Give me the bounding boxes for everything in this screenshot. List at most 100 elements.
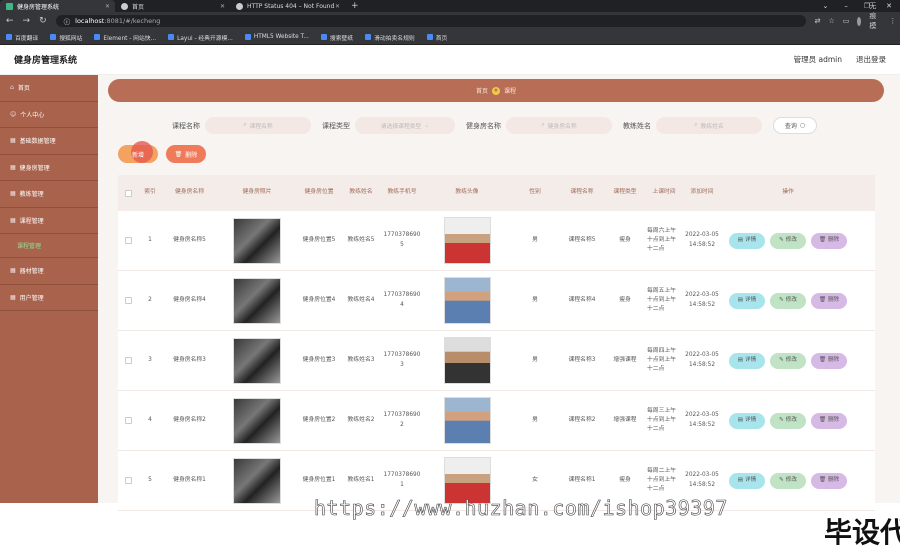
detail-button[interactable]: ▤ 详情	[729, 472, 765, 489]
query-button[interactable]: 查询 ○	[773, 117, 817, 134]
row-checkbox[interactable]	[118, 357, 138, 364]
sidebar-item-equipment[interactable]: ▦ 器材管理	[0, 258, 98, 285]
detail-button[interactable]: ▤ 详情	[729, 352, 765, 369]
cell-course-name: 课程名称1	[568, 476, 596, 483]
row-checkbox[interactable]	[118, 237, 138, 244]
cell-coach-phone: 17703786905	[383, 232, 421, 248]
breadcrumb-home[interactable]: 首页	[476, 86, 488, 95]
coach-avatar-image[interactable]	[443, 397, 491, 444]
cell-gym-photo	[217, 397, 297, 444]
new-tab-icon[interactable]: +	[351, 1, 359, 11]
select-all-checkbox[interactable]	[118, 189, 138, 197]
th-course-name[interactable]: 课程名称	[559, 188, 605, 197]
browser-tabbar: 健身房管理系统 ✕ 首页 ✕ HTTP Status 404 – Not Fou…	[0, 0, 900, 12]
cell-course-type: 增强课程	[613, 356, 637, 363]
menu-icon[interactable]: ⋮	[889, 17, 896, 25]
browser-tab-active[interactable]: 健身房管理系统 ✕	[0, 0, 115, 12]
extensions-icon[interactable]: ▭	[843, 17, 850, 25]
delete-button[interactable]: 🗑 删除	[811, 232, 847, 249]
gym-photo-image[interactable]	[233, 337, 281, 384]
th-gym-photo[interactable]: 健身房照片	[217, 188, 297, 197]
sidebar-item-basic-data[interactable]: ▦ 基础数据管理	[0, 128, 98, 155]
bookmark-item[interactable]: Layui - 经典开源模...	[168, 33, 233, 42]
delete-button[interactable]: 🗑 删除	[811, 352, 847, 369]
back-arrow-icon[interactable]: ←	[6, 16, 14, 26]
gym-name-input[interactable]: ⌕ 健身房名称	[506, 117, 612, 134]
cell-index: 5	[148, 476, 152, 483]
forward-arrow-icon[interactable]: →	[23, 16, 31, 26]
th-coach-phone[interactable]: 教练手机号	[381, 188, 423, 197]
cell-gender: 男	[532, 296, 538, 303]
row-checkbox[interactable]	[118, 297, 138, 304]
course-name-input[interactable]: ⌕ 课程名称	[205, 117, 311, 134]
gym-photo-image[interactable]	[233, 457, 281, 504]
th-gym-location[interactable]: 健身房位置	[297, 188, 341, 197]
watermark-slogan: 毕设代做	[824, 516, 900, 549]
bookmark-item[interactable]: 滑动拍卖名规则	[365, 33, 415, 42]
th-added-time[interactable]: 添加时间	[683, 188, 721, 197]
delete-button[interactable]: 🗑 删除	[811, 292, 847, 309]
delete-button[interactable]: 🗑 删除	[811, 472, 847, 489]
batch-delete-button[interactable]: 🗑 删除	[166, 145, 206, 163]
sidebar-item-gym[interactable]: ▦ 健身房管理	[0, 155, 98, 181]
row-checkbox[interactable]	[118, 477, 138, 484]
edit-button[interactable]: ✎ 修改	[770, 472, 806, 489]
cell-operations: ▤ 详情 ✎ 修改 🗑 删除	[721, 472, 855, 489]
th-class-time[interactable]: 上课时间	[645, 188, 683, 197]
close-icon[interactable]: ✕	[335, 3, 340, 10]
coach-avatar-image[interactable]	[443, 277, 491, 324]
th-gym-name[interactable]: 健身房名称	[162, 188, 217, 197]
close-icon[interactable]: ✕	[105, 3, 110, 10]
star-icon[interactable]: ☆	[829, 17, 835, 25]
cell-added-time: 2022-03-05 14:58:52	[685, 472, 719, 488]
watermark-url: https://www.huzhan.com/ishop39397	[314, 496, 728, 521]
gym-photo-image[interactable]	[233, 277, 281, 324]
browser-tab[interactable]: 首页 ✕	[115, 0, 230, 12]
th-coach-name[interactable]: 教练姓名	[341, 188, 381, 197]
browser-tab[interactable]: HTTP Status 404 – Not Found ✕	[230, 0, 345, 12]
cell-gender: 女	[532, 476, 538, 483]
edit-button[interactable]: ✎ 修改	[770, 292, 806, 309]
bookmark-item[interactable]: 搜狐网站	[50, 33, 82, 42]
th-coach-avatar[interactable]: 教练头像	[423, 188, 511, 197]
detail-button[interactable]: ▤ 详情	[729, 232, 765, 249]
detail-button[interactable]: ▤ 详情	[729, 292, 765, 309]
delete-button[interactable]: 🗑 删除	[811, 412, 847, 429]
reload-icon[interactable]: ↻	[39, 16, 47, 26]
coach-name-input[interactable]: ⌕ 教练姓名	[656, 117, 762, 134]
logout-link[interactable]: 退出登录	[856, 54, 886, 65]
gym-photo-image[interactable]	[233, 217, 281, 264]
translate-icon[interactable]: ⇄	[815, 17, 821, 25]
bookmark-item[interactable]: 首页	[426, 33, 447, 42]
coach-avatar-image[interactable]	[443, 337, 491, 384]
profile-avatar[interactable]	[857, 16, 862, 26]
sidebar-item-course[interactable]: ▦ 课程管理	[0, 208, 98, 234]
sidebar-item-users[interactable]: ▦ 用户管理	[0, 285, 98, 311]
edit-button[interactable]: ✎ 修改	[770, 352, 806, 369]
course-type-select[interactable]: 请选择课程类型 ⌄	[355, 117, 455, 134]
bookmark-item[interactable]: 搜索壁纸	[320, 33, 353, 42]
sidebar-item-home[interactable]: ⌂ 首页	[0, 75, 98, 102]
sidebar-item-coach[interactable]: ▦ 教练管理	[0, 181, 98, 208]
coach-avatar-image[interactable]	[443, 217, 491, 264]
bookmark-item[interactable]: 百度翻译	[6, 33, 38, 42]
sidebar-subitem-course[interactable]: 课程管理	[0, 234, 98, 258]
th-gender[interactable]: 性别	[511, 188, 559, 197]
row-checkbox[interactable]	[118, 417, 138, 424]
cell-class-time: 每周六上午十点到上午十二点	[647, 227, 676, 253]
user-label: 管理员 admin	[793, 55, 842, 64]
bookmark-item[interactable]: Element - 网站快...	[94, 33, 156, 42]
edit-button[interactable]: ✎ 修改	[770, 412, 806, 429]
edit-button[interactable]: ✎ 修改	[770, 232, 806, 249]
detail-button[interactable]: ▤ 详情	[729, 412, 765, 429]
bookmark-item[interactable]: HTML5 Website T...	[244, 34, 309, 40]
add-button[interactable]: 新增	[118, 141, 158, 163]
url-input[interactable]: ⓘ localhost:8081/#/kecheng	[55, 15, 806, 27]
search-label-course-name: 课程名称	[172, 121, 200, 130]
th-course-type[interactable]: 课程类型	[605, 188, 645, 197]
sidebar-item-profile[interactable]: ☺ 个人中心	[0, 102, 98, 128]
close-icon[interactable]: ✕	[220, 3, 225, 10]
cell-gym-photo	[217, 277, 297, 324]
gym-photo-image[interactable]	[233, 397, 281, 444]
breadcrumb: 首页 ★ 课程	[108, 79, 884, 102]
